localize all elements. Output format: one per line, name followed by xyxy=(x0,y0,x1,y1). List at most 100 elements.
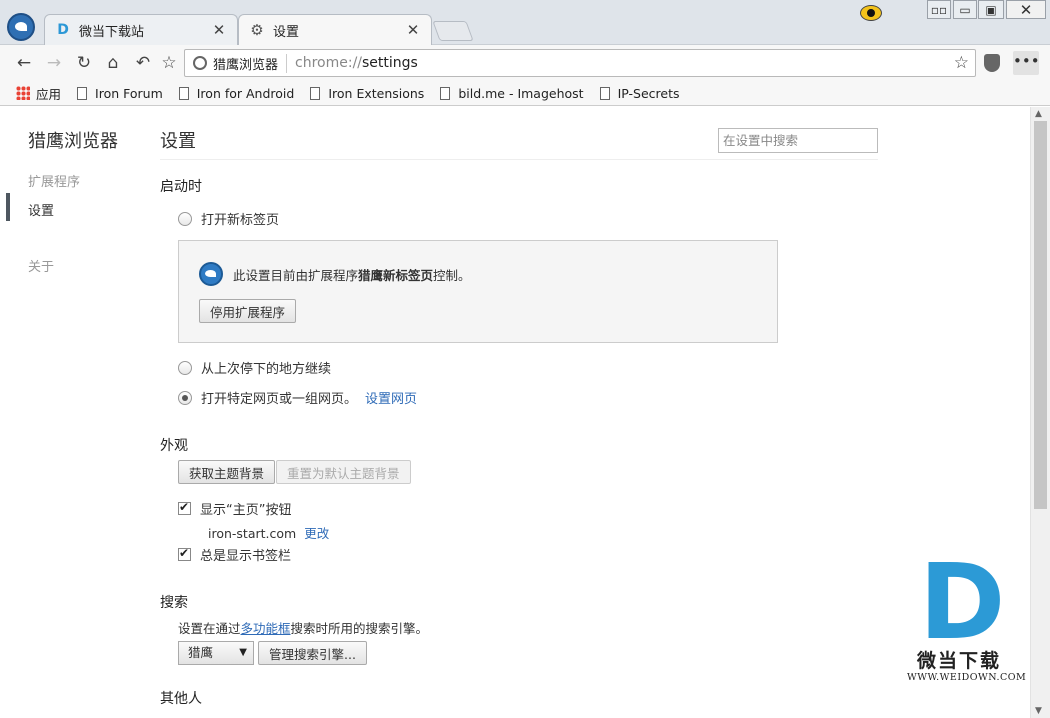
tab-strip: D 微当下载站 ✕ ⚙ 设置 ✕ ▫▫ ▭ ▣ ✕ xyxy=(0,0,1050,45)
tab-settings[interactable]: ⚙ 设置 ✕ xyxy=(238,14,432,45)
back-arrow-icon[interactable]: ← xyxy=(12,51,36,75)
forward-arrow-icon[interactable]: → xyxy=(42,51,66,75)
site-name: 猎鹰浏览器 xyxy=(213,53,288,73)
page-icon xyxy=(178,86,189,100)
scroll-up-arrow-icon[interactable]: ▲ xyxy=(1035,109,1042,119)
omnibox-link[interactable]: 多功能框 xyxy=(241,621,291,636)
settings-page: 猎鹰浏览器 扩展程序 设置 关于 设置 启动时 打开新标签页 此设置目前由扩展程… xyxy=(0,107,1030,718)
active-marker xyxy=(6,193,10,221)
settings-search-input[interactable] xyxy=(718,128,878,153)
scroll-down-arrow-icon[interactable]: ▼ xyxy=(1035,706,1042,716)
falcon-extension-icon xyxy=(199,262,223,286)
gear-icon: ⚙ xyxy=(250,21,264,39)
search-heading: 搜索 xyxy=(160,595,188,611)
sidebar-item-about[interactable]: 关于 xyxy=(28,256,54,275)
browser-logo-icon[interactable] xyxy=(7,13,35,41)
weidown-watermark: D 微当下载 WWW.WEIDOWN.COM xyxy=(905,550,1026,690)
radio-button[interactable] xyxy=(178,360,192,375)
radio-new-tab[interactable]: 打开新标签页 xyxy=(178,209,279,228)
reload-icon[interactable]: ↻ xyxy=(72,51,96,75)
chrome-page-icon xyxy=(193,56,207,70)
checkbox-label: 显示“主页”按钮 xyxy=(200,503,292,518)
page-icon xyxy=(440,86,451,100)
bookmark-item[interactable]: IP-Secrets xyxy=(599,85,680,101)
extension-name: 猎鹰新标签页 xyxy=(358,268,434,283)
bookmark-item[interactable]: Iron for Android xyxy=(178,85,295,101)
home-url: iron-start.com xyxy=(208,526,297,541)
appearance-heading: 外观 xyxy=(160,438,188,454)
others-heading: 其他人 xyxy=(160,691,202,707)
bookmark-label: Iron Extensions xyxy=(328,85,425,101)
page-icon xyxy=(599,86,610,100)
extension-notice-text: 此设置目前由扩展程序猎鹰新标签页控制。 xyxy=(233,268,471,283)
eye-icon[interactable] xyxy=(860,5,882,21)
toolbar: ← → ↻ ⌂ ↶ ☆ 猎鹰浏览器 chrome://settings ☆ ••… xyxy=(0,45,1050,81)
manage-search-engines-button[interactable]: 管理搜索引擎... xyxy=(258,641,367,665)
url-text[interactable]: chrome://settings xyxy=(287,55,954,71)
bookmark-item[interactable]: Iron Extensions xyxy=(310,86,424,101)
url-scheme: chrome:// xyxy=(295,55,363,71)
search-engine-select[interactable]: 猎鹰 ▼ xyxy=(178,641,254,665)
set-pages-link[interactable]: 设置网页 xyxy=(365,388,417,407)
checkbox[interactable] xyxy=(178,546,191,561)
radio-button[interactable] xyxy=(178,390,192,405)
divider xyxy=(160,159,878,160)
disable-extension-button[interactable]: 停用扩展程序 xyxy=(199,299,297,323)
home-icon[interactable]: ⌂ xyxy=(101,51,125,75)
dropdown-caret-icon: ▼ xyxy=(239,647,247,658)
sidebar-title: 猎鹰浏览器 xyxy=(28,131,118,152)
url-path: settings xyxy=(362,55,418,71)
checkbox[interactable] xyxy=(178,500,191,515)
change-home-link[interactable]: 更改 xyxy=(304,526,329,541)
radio-label: 从上次停下的地方继续 xyxy=(201,362,332,377)
window-close-button[interactable]: ✕ xyxy=(1006,0,1046,19)
page-icon xyxy=(310,86,321,100)
profile-button[interactable]: ▫▫ xyxy=(927,0,951,19)
menu-button[interactable]: ••• xyxy=(1013,51,1040,75)
undo-icon[interactable]: ↶ xyxy=(131,51,155,75)
show-bookmarks-checkbox-row[interactable]: 总是显示书签栏 xyxy=(178,545,291,564)
scrollbar[interactable]: ▲ ▼ xyxy=(1030,107,1050,718)
bookmarks-bar: 应用 Iron Forum Iron for Android Iron Exte… xyxy=(0,81,1050,106)
tab-label: 设置 xyxy=(273,24,300,40)
sidebar-item-settings[interactable]: 设置 xyxy=(28,200,54,219)
apps-icon xyxy=(16,86,30,100)
watermark-cn-text: 微当下载 xyxy=(917,650,1002,672)
new-tab-button[interactable] xyxy=(432,21,474,41)
bookmark-label: Iron for Android xyxy=(196,85,295,101)
radio-continue[interactable]: 从上次停下的地方继续 xyxy=(178,358,331,377)
select-value: 猎鹰 xyxy=(188,645,214,660)
bookmark-apps[interactable]: 应用 xyxy=(16,84,61,103)
shield-icon[interactable] xyxy=(984,54,1000,72)
close-icon[interactable]: ✕ xyxy=(405,21,421,39)
page-icon xyxy=(77,86,88,100)
checkbox-label: 总是显示书签栏 xyxy=(200,549,292,564)
bookmark-item[interactable]: bild.me - Imagehost xyxy=(440,85,584,101)
bookmark-label: 应用 xyxy=(36,86,62,102)
reset-theme-button[interactable]: 重置为默认主题背景 xyxy=(276,460,411,484)
page-title: 设置 xyxy=(160,131,196,152)
show-home-checkbox-row[interactable]: 显示“主页”按钮 xyxy=(178,499,291,518)
radio-label: 打开特定网页或一组网页。 xyxy=(201,392,358,407)
close-icon[interactable]: ✕ xyxy=(211,21,227,39)
bookmark-label: IP-Secrets xyxy=(617,85,680,101)
scrollbar-thumb[interactable] xyxy=(1034,121,1047,509)
radio-specific-pages[interactable]: 打开特定网页或一组网页。 设置网页 xyxy=(178,388,417,407)
radio-button[interactable] xyxy=(178,211,192,226)
radio-label: 打开新标签页 xyxy=(201,213,280,228)
weidown-d-icon: D xyxy=(57,22,69,38)
bookmark-label: Iron Forum xyxy=(95,85,163,101)
minimize-button[interactable]: ▭ xyxy=(953,0,977,19)
bookmark-item[interactable]: Iron Forum xyxy=(77,86,163,101)
tab-label: 微当下载站 xyxy=(79,24,145,40)
bookmark-star-icon[interactable]: ☆ xyxy=(954,53,969,73)
bookmark-label: bild.me - Imagehost xyxy=(458,85,584,101)
sidebar-item-extensions[interactable]: 扩展程序 xyxy=(28,171,80,190)
startup-heading: 启动时 xyxy=(160,179,202,195)
tab-weidown[interactable]: D 微当下载站 ✕ xyxy=(44,14,238,45)
watermark-en-text: WWW.WEIDOWN.COM xyxy=(907,672,1027,683)
get-themes-button[interactable]: 获取主题背景 xyxy=(178,460,276,484)
star-outline-icon[interactable]: ☆ xyxy=(157,51,181,75)
address-bar[interactable]: 猎鹰浏览器 chrome://settings ☆ xyxy=(184,49,976,77)
maximize-button[interactable]: ▣ xyxy=(978,0,1004,19)
